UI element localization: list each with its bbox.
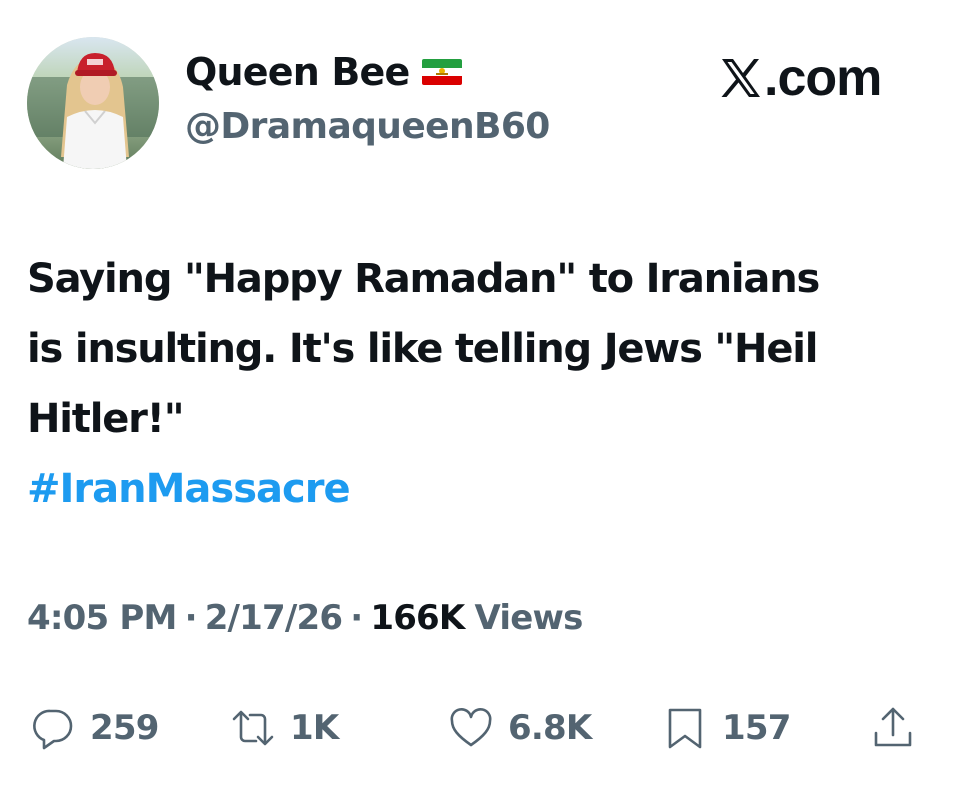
- bookmark-count: 157: [722, 708, 791, 748]
- author-name-row: Queen Bee: [185, 50, 462, 94]
- meta-separator: ·: [350, 598, 363, 638]
- author-handle[interactable]: @DramaqueenB60: [185, 106, 550, 147]
- meta-separator: ·: [184, 598, 198, 638]
- reply-count: 259: [90, 708, 159, 748]
- tweet-text: Saying "Happy Ramadan" to Iranians is in…: [27, 256, 820, 442]
- site-badge-label: .com: [764, 49, 882, 107]
- action-bar: 259 1K 6.8K 157: [0, 695, 960, 765]
- like-count: 6.8K: [508, 708, 592, 748]
- views-count: 166K: [370, 598, 465, 638]
- bookmark-icon: [668, 708, 702, 749]
- reply-button[interactable]: 259: [30, 695, 159, 761]
- x-logo-icon: [721, 59, 760, 97]
- reply-icon: [33, 709, 73, 750]
- retweet-icon: [232, 710, 274, 746]
- retweet-button[interactable]: 1K: [230, 695, 339, 761]
- display-name[interactable]: Queen Bee: [185, 50, 410, 94]
- bookmark-button[interactable]: 157: [662, 695, 791, 761]
- hashtag-link[interactable]: #IranMassacre: [27, 454, 351, 524]
- iran-lion-and-sun-flag-icon: [421, 59, 462, 85]
- share-icon: [874, 707, 912, 747]
- avatar-image: [27, 37, 159, 169]
- tweet-time[interactable]: 4:05 PM: [27, 598, 177, 638]
- heart-icon: [450, 708, 492, 747]
- like-button[interactable]: 6.8K: [448, 695, 592, 761]
- tweet-meta: 4:05 PM · 2/17/26 · 166K Views: [27, 598, 583, 638]
- views-label: Views: [474, 598, 583, 638]
- share-button[interactable]: [870, 695, 916, 761]
- site-badge: .com: [718, 48, 882, 108]
- tweet-card: Queen Bee @DramaqueenB60 .com Saying "Ha…: [0, 0, 960, 790]
- retweet-count: 1K: [290, 708, 339, 748]
- tweet-date[interactable]: 2/17/26: [205, 598, 343, 638]
- avatar[interactable]: [27, 37, 159, 169]
